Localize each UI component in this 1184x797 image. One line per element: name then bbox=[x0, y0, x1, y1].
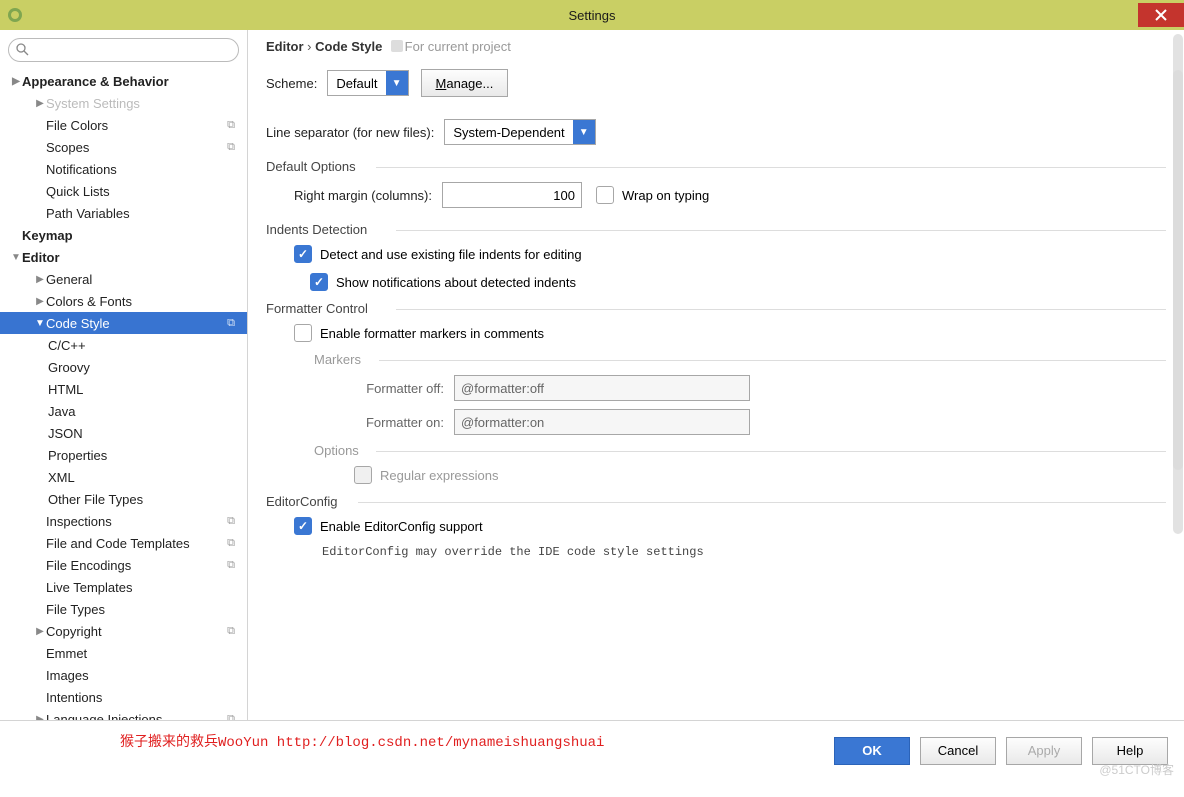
tree-item[interactable]: File Encodings⧉ bbox=[0, 554, 247, 576]
notify-indents-label: Show notifications about detected indent… bbox=[336, 275, 576, 290]
tree-item[interactable]: Keymap bbox=[0, 224, 247, 246]
formatter-off-label: Formatter off: bbox=[314, 381, 444, 396]
tree-item[interactable]: Notifications bbox=[0, 158, 247, 180]
tree-item[interactable]: File Types bbox=[0, 598, 247, 620]
detect-indents-checkbox[interactable]: ✓ bbox=[294, 245, 312, 263]
scheme-label: Scheme: bbox=[266, 76, 317, 91]
tree-item[interactable]: Inspections⧉ bbox=[0, 510, 247, 532]
tree-item[interactable]: ▶Colors & Fonts bbox=[0, 290, 247, 312]
tree-arrow-icon: ▶ bbox=[10, 76, 22, 87]
tree-item[interactable]: ▼Code Style⧉ bbox=[0, 312, 247, 334]
copy-icon: ⧉ bbox=[227, 537, 235, 550]
tree-item[interactable]: Emmet bbox=[0, 642, 247, 664]
options-title: Options bbox=[314, 443, 1166, 458]
tree-item[interactable]: C/C++ bbox=[0, 334, 247, 356]
breadcrumb: Editor › Code Style For current project bbox=[266, 38, 1166, 55]
formatter-on-label: Formatter on: bbox=[314, 415, 444, 430]
footer-attribution: 猴子搬来的救兵WooYun http://blog.csdn.net/mynam… bbox=[120, 731, 604, 751]
editorconfig-title: EditorConfig bbox=[266, 494, 1166, 509]
copy-icon: ⧉ bbox=[227, 559, 235, 572]
tree-item[interactable]: ▶System Settings bbox=[0, 92, 247, 114]
sidebar: ▶Appearance & Behavior▶System SettingsFi… bbox=[0, 30, 248, 720]
line-separator-combo[interactable]: System-Dependent ▼ bbox=[444, 119, 595, 145]
line-separator-label: Line separator (for new files): bbox=[266, 125, 434, 140]
formatter-off-input bbox=[454, 375, 750, 401]
chevron-down-icon[interactable]: ▼ bbox=[573, 120, 595, 144]
watermark: @51CTO博客 bbox=[1099, 761, 1174, 778]
enable-editorconfig-label: Enable EditorConfig support bbox=[320, 519, 483, 534]
editorconfig-note: EditorConfig may override the IDE code s… bbox=[322, 545, 1166, 559]
tree-item[interactable]: File Colors⧉ bbox=[0, 114, 247, 136]
manage-button[interactable]: Manage... bbox=[421, 69, 509, 97]
tree-arrow-icon: ▶ bbox=[34, 98, 46, 109]
tree-item[interactable]: ▶Language Injections⧉ bbox=[0, 708, 247, 720]
enable-formatter-markers-checkbox[interactable] bbox=[294, 324, 312, 342]
copy-icon: ⧉ bbox=[227, 141, 235, 154]
right-margin-label: Right margin (columns): bbox=[294, 188, 432, 203]
formatter-on-input bbox=[454, 409, 750, 435]
tree-item[interactable]: Java bbox=[0, 400, 247, 422]
regex-checkbox bbox=[354, 466, 372, 484]
tree-item[interactable]: ▶General bbox=[0, 268, 247, 290]
apply-button[interactable]: Apply bbox=[1006, 737, 1082, 765]
tree-arrow-icon: ▼ bbox=[34, 318, 46, 329]
right-margin-input[interactable] bbox=[442, 182, 582, 208]
search-input[interactable] bbox=[8, 38, 239, 62]
tree-arrow-icon: ▶ bbox=[34, 274, 46, 285]
enable-editorconfig-checkbox[interactable]: ✓ bbox=[294, 517, 312, 535]
scheme-combo[interactable]: Default ▼ bbox=[327, 70, 408, 96]
copy-icon: ⧉ bbox=[227, 515, 235, 528]
tree-item[interactable]: XML bbox=[0, 466, 247, 488]
tree-arrow-icon: ▶ bbox=[34, 626, 46, 637]
chevron-down-icon[interactable]: ▼ bbox=[386, 71, 408, 95]
tree-item[interactable]: Scopes⧉ bbox=[0, 136, 247, 158]
cancel-button[interactable]: Cancel bbox=[920, 737, 996, 765]
app-icon bbox=[0, 0, 30, 30]
tree-item[interactable]: Images bbox=[0, 664, 247, 686]
enable-formatter-markers-label: Enable formatter markers in comments bbox=[320, 326, 544, 341]
ok-button[interactable]: OK bbox=[834, 737, 910, 765]
detect-indents-label: Detect and use existing file indents for… bbox=[320, 247, 582, 262]
tree-item[interactable]: ▼Editor bbox=[0, 246, 247, 268]
tree-item[interactable]: File and Code Templates⧉ bbox=[0, 532, 247, 554]
tree-item[interactable]: ▶Appearance & Behavior bbox=[0, 70, 247, 92]
tree-item[interactable]: ▶Copyright⧉ bbox=[0, 620, 247, 642]
titlebar: Settings bbox=[0, 0, 1184, 30]
default-options-title: Default Options bbox=[266, 159, 1166, 174]
tree-item[interactable]: Intentions bbox=[0, 686, 247, 708]
copy-icon: ⧉ bbox=[227, 625, 235, 638]
copy-icon: ⧉ bbox=[227, 317, 235, 330]
indents-detection-title: Indents Detection bbox=[266, 222, 1166, 237]
tree-item[interactable]: Properties bbox=[0, 444, 247, 466]
tree-arrow-icon: ▶ bbox=[34, 296, 46, 307]
tree-item[interactable]: HTML bbox=[0, 378, 247, 400]
tree-item[interactable]: JSON bbox=[0, 422, 247, 444]
content-panel: Editor › Code Style For current project … bbox=[248, 30, 1184, 720]
dialog-footer: 猴子搬来的救兵WooYun http://blog.csdn.net/mynam… bbox=[0, 720, 1184, 780]
tree-item[interactable]: Quick Lists bbox=[0, 180, 247, 202]
tree-arrow-icon: ▼ bbox=[10, 252, 22, 263]
copy-icon: ⧉ bbox=[227, 713, 235, 721]
project-icon bbox=[391, 40, 403, 52]
main-area: ▶Appearance & Behavior▶System SettingsFi… bbox=[0, 30, 1184, 720]
formatter-control-title: Formatter Control bbox=[266, 301, 1166, 316]
tree-item[interactable]: Path Variables bbox=[0, 202, 247, 224]
notify-indents-checkbox[interactable]: ✓ bbox=[310, 273, 328, 291]
settings-tree[interactable]: ▶Appearance & Behavior▶System SettingsFi… bbox=[0, 66, 247, 720]
tree-item[interactable]: Other File Types bbox=[0, 488, 247, 510]
close-button[interactable] bbox=[1138, 3, 1184, 27]
wrap-on-typing-label: Wrap on typing bbox=[622, 188, 709, 203]
regex-label: Regular expressions bbox=[380, 468, 499, 483]
tree-item[interactable]: Live Templates bbox=[0, 576, 247, 598]
content-scrollbar[interactable] bbox=[1173, 70, 1183, 470]
tree-item[interactable]: Groovy bbox=[0, 356, 247, 378]
wrap-on-typing-checkbox[interactable] bbox=[596, 186, 614, 204]
window-title: Settings bbox=[569, 8, 616, 23]
copy-icon: ⧉ bbox=[227, 119, 235, 132]
search-icon bbox=[16, 43, 29, 59]
markers-title: Markers bbox=[314, 352, 1166, 367]
